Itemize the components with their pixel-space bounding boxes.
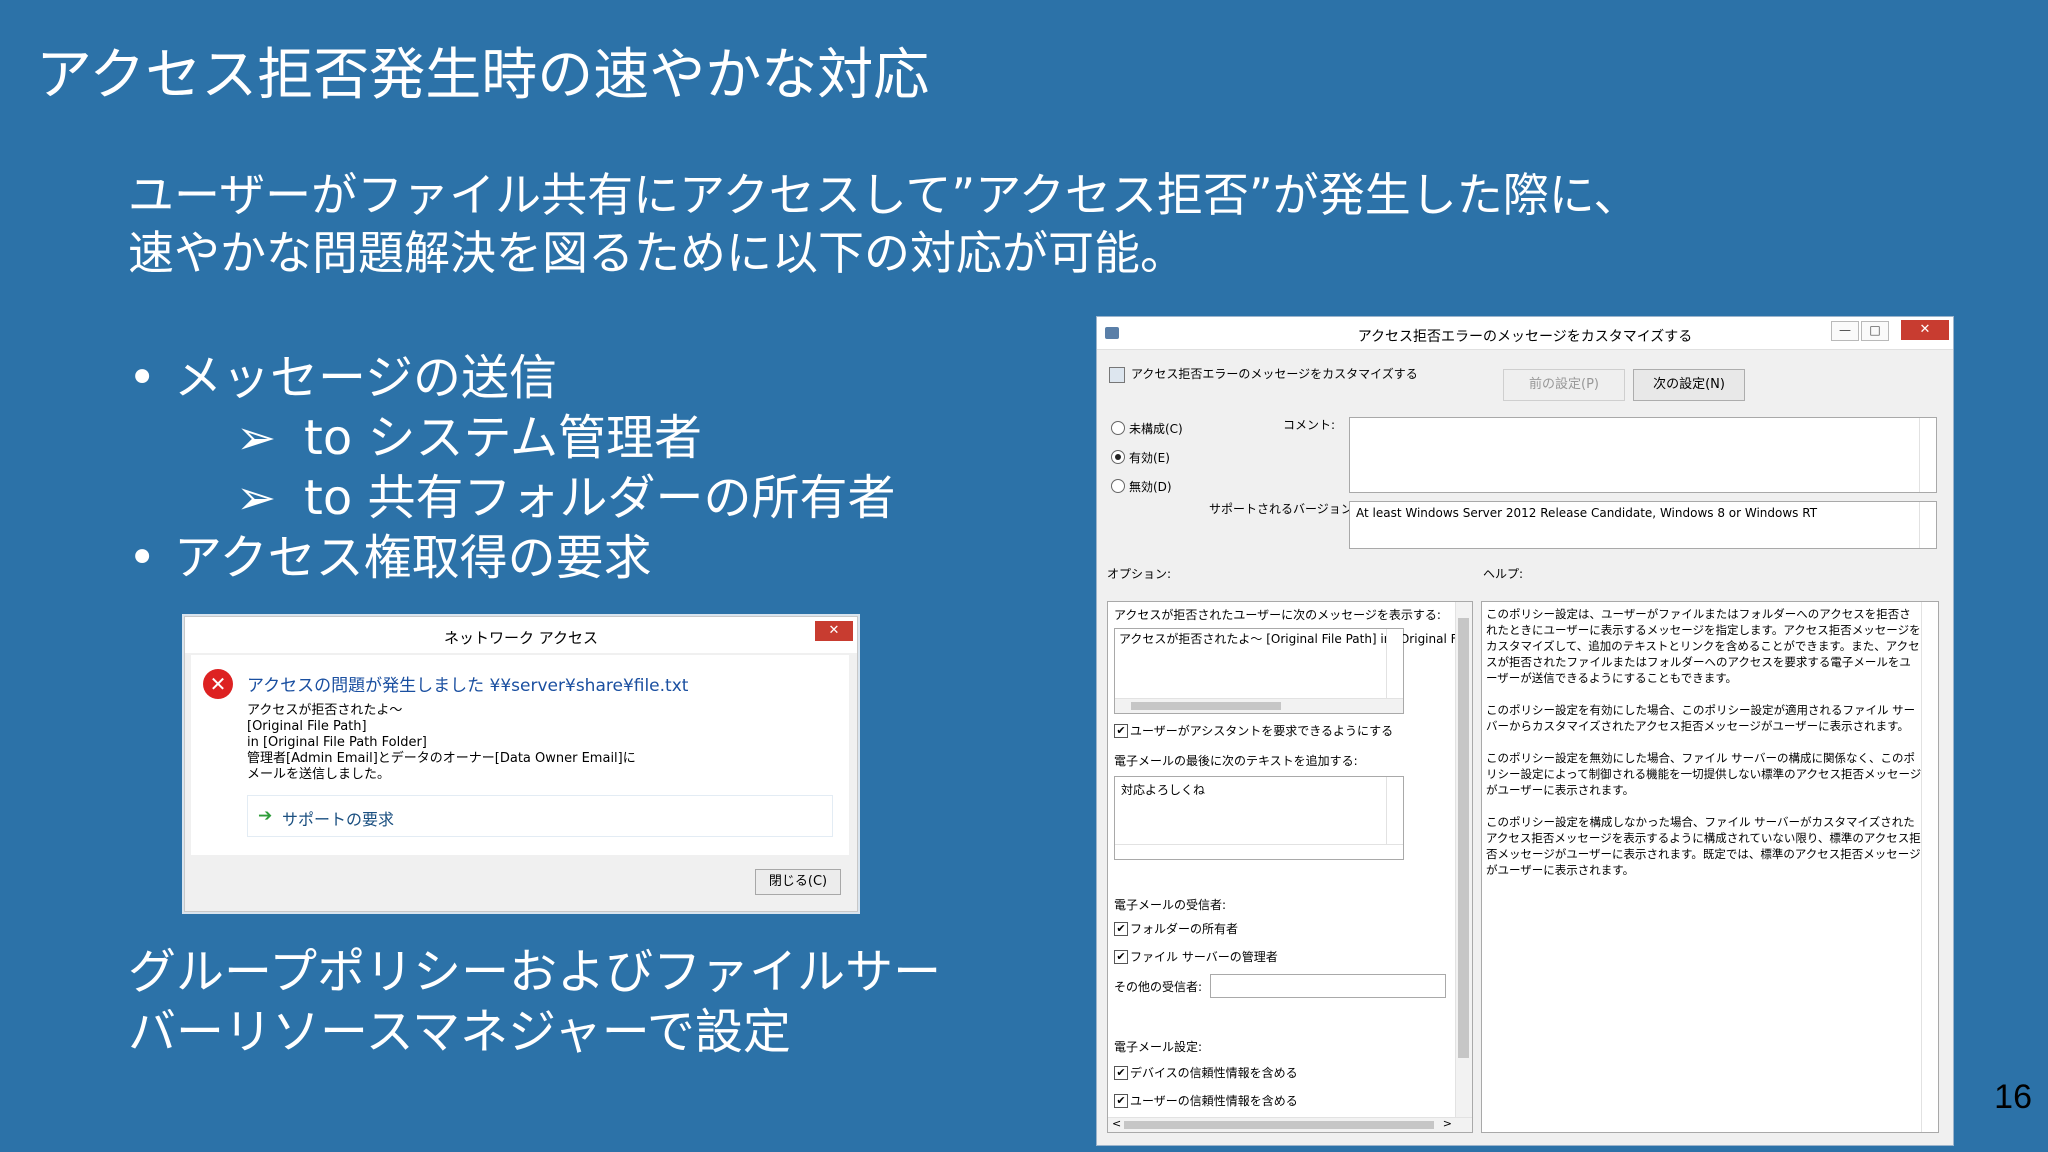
supported-on-value: At least Windows Server 2012 Release Can… — [1356, 506, 1818, 520]
opt-message-value: アクセスが拒否されたよ～ [Original File Path] in [Or… — [1119, 632, 1472, 646]
recipients-label: 電子メールの受信者: — [1114, 898, 1227, 912]
supported-on-field: At least Windows Server 2012 Release Can… — [1349, 501, 1937, 549]
close-button[interactable]: 閉じる(C) — [755, 869, 841, 895]
lead-line-2: 速やかな問題解決を図るために以下の対応が可能。 — [128, 226, 1186, 280]
scroll-left-icon[interactable]: < — [1112, 1117, 1121, 1130]
help-text: このポリシー設定は、ユーザーがファイルまたはフォルダーへのアクセスを拒否されたと… — [1486, 606, 1922, 894]
comment-label: コメント: — [1283, 418, 1336, 432]
network-access-dialog: ネットワーク アクセス ✕ ✕ アクセスの問題が発生しました ¥¥server¥… — [184, 616, 858, 912]
error-title: アクセスの問題が発生しました ¥¥server¥share¥file.txt — [247, 676, 689, 696]
assist-label: ユーザーがアシスタントを要求できるようにする — [1130, 724, 1394, 738]
policy-titlebar: アクセス拒否エラーのメッセージをカスタマイズする — □ ✕ — [1097, 317, 1953, 350]
minimize-icon[interactable]: — — [1831, 321, 1859, 341]
slide-title: アクセス拒否発生時の速やかな対応 — [36, 43, 930, 108]
policy-dialog: アクセス拒否エラーのメッセージをカスタマイズする — □ ✕ アクセス拒否エラー… — [1096, 316, 1954, 1146]
email-text-value: 対応よろしくね — [1121, 783, 1206, 797]
bullet-access-request: アクセス権取得の要求 — [128, 528, 895, 588]
help-label: ヘルプ: — [1483, 567, 1524, 581]
close-icon[interactable]: ✕ — [1901, 320, 1949, 340]
scroll-right-icon[interactable]: > — [1443, 1117, 1452, 1130]
fs-admin-label: ファイル サーバーの管理者 — [1130, 950, 1278, 964]
comment-scrollbar[interactable] — [1919, 418, 1936, 492]
bullet-list: メッセージの送信 ➢ to システム管理者 ➢ to 共有フォルダーの所有者 アクセ… — [128, 348, 895, 588]
fs-admin-checkbox[interactable]: ✔ — [1114, 950, 1128, 964]
radio-not-configured[interactable] — [1111, 421, 1125, 435]
email-settings-label: 電子メール設定: — [1114, 1040, 1203, 1054]
user-claims-checkbox[interactable]: ✔ — [1114, 1094, 1128, 1108]
help-paragraph-2: このポリシー設定を有効にした場合、このポリシー設定が適用されるファイル サーバー… — [1486, 703, 1916, 733]
help-scrollbar[interactable] — [1921, 602, 1938, 1132]
device-claims-label: デバイスの信頼性情報を含める — [1130, 1066, 1298, 1080]
opt-message-textarea[interactable]: アクセスが拒否されたよ～ [Original File Path] in [Or… — [1114, 628, 1472, 714]
dialog-body: ✕ アクセスの問題が発生しました ¥¥server¥share¥file.txt… — [191, 655, 849, 855]
sub-bullet-system-admin: ➢ to システム管理者 — [128, 408, 895, 468]
arrow-bullet-icon: ➢ — [236, 470, 277, 526]
radio-disabled-label: 無効(D) — [1129, 480, 1172, 494]
opt-message-label: アクセスが拒否されたユーザーに次のメッセージを表示する: — [1114, 608, 1441, 622]
radio-not-configured-label: 未構成(C) — [1129, 422, 1183, 436]
sub-bullet-label: to 共有フォルダーの所有者 — [304, 470, 896, 526]
user-claims-label: ユーザーの信頼性情報を含める — [1130, 1094, 1298, 1108]
options-hscroll-thumb[interactable] — [1124, 1121, 1434, 1129]
close-icon[interactable]: ✕ — [815, 621, 853, 641]
next-setting-button[interactable]: 次の設定(N) — [1633, 369, 1745, 401]
maximize-icon[interactable]: □ — [1861, 321, 1889, 341]
help-paragraph-3: このポリシー設定を無効にした場合、ファイル サーバーの構成に関係なく、このポリシ… — [1486, 751, 1922, 797]
page-number: 16 — [1994, 1078, 2032, 1116]
help-paragraph-4: このポリシー設定を構成しなかった場合、ファイル サーバーがカスタマイズされたアク… — [1486, 815, 1921, 877]
comment-input[interactable] — [1349, 417, 1937, 493]
email-text-hscrollbar[interactable] — [1115, 844, 1403, 859]
folder-owner-checkbox[interactable]: ✔ — [1114, 922, 1128, 936]
footer-note: グループポリシーおよびファイルサー バーリソースマネジャーで設定 — [128, 942, 941, 1062]
help-paragraph-1: このポリシー設定は、ユーザーがファイルまたはフォルダーへのアクセスを拒否されたと… — [1486, 607, 1921, 685]
options-vscroll-thumb[interactable] — [1458, 618, 1469, 1058]
assist-checkbox[interactable]: ✔ — [1114, 724, 1128, 738]
lead-paragraph: ユーザーがファイル共有にアクセスして”アクセス拒否”が発生した際に、 速やかな問… — [128, 166, 1639, 282]
email-text-textarea[interactable]: 対応よろしくね — [1114, 776, 1404, 860]
radio-enabled[interactable] — [1111, 450, 1125, 464]
opt-message-hscrollbar[interactable] — [1115, 698, 1403, 713]
options-label: オプション: — [1107, 567, 1172, 581]
footer-line-2: バーリソースマネジャーで設定 — [128, 1004, 791, 1060]
other-recipients-label: その他の受信者: — [1114, 980, 1203, 994]
error-message: アクセスが拒否されたよ～ [Original File Path] in [Or… — [247, 703, 636, 782]
options-panel: アクセスが拒否されたユーザーに次のメッセージを表示する: アクセスが拒否されたよ… — [1107, 601, 1473, 1133]
policy-title: アクセス拒否エラーのメッセージをカスタマイズする — [1357, 329, 1693, 345]
email-text-scrollbar[interactable] — [1386, 777, 1403, 845]
previous-setting-button[interactable]: 前の設定(P) — [1503, 369, 1625, 401]
radio-disabled[interactable] — [1111, 479, 1125, 493]
footer-line-1: グループポリシーおよびファイルサー — [128, 944, 942, 1000]
sub-bullet-folder-owner: ➢ to 共有フォルダーの所有者 — [128, 468, 895, 528]
lead-line-1: ユーザーがファイル共有にアクセスして”アクセス拒否”が発生した際に、 — [128, 168, 1640, 222]
opt-message-scrollbar[interactable] — [1386, 629, 1403, 699]
options-vscrollbar[interactable] — [1455, 602, 1472, 1118]
bullet-send-message: メッセージの送信 — [128, 348, 895, 408]
other-recipients-input[interactable] — [1210, 974, 1446, 998]
supported-on-label: サポートされるバージョン: — [1209, 502, 1357, 516]
help-panel: このポリシー設定は、ユーザーがファイルまたはフォルダーへのアクセスを拒否されたと… — [1481, 601, 1939, 1133]
email-text-label: 電子メールの最後に次のテキストを追加する: — [1114, 754, 1358, 768]
support-request-label: サポートの要求 — [282, 810, 395, 829]
supported-scrollbar[interactable] — [1919, 502, 1936, 548]
support-request-link[interactable]: ➔ サポートの要求 — [247, 795, 833, 837]
error-icon: ✕ — [203, 669, 233, 699]
radio-enabled-label: 有効(E) — [1129, 451, 1170, 465]
policy-header: アクセス拒否エラーのメッセージをカスタマイズする — [1131, 367, 1418, 381]
sub-bullet-label: to システム管理者 — [304, 410, 703, 466]
device-claims-checkbox[interactable]: ✔ — [1114, 1066, 1128, 1080]
options-hscrollbar[interactable]: < > — [1108, 1117, 1472, 1132]
arrow-bullet-icon: ➢ — [236, 410, 277, 466]
green-arrow-icon: ➔ — [258, 806, 273, 826]
dialog-title: ネットワーク アクセス — [443, 629, 599, 647]
folder-owner-label: フォルダーの所有者 — [1130, 922, 1239, 936]
dialog-titlebar: ネットワーク アクセス ✕ — [185, 617, 857, 653]
policy-setting-icon — [1109, 367, 1125, 383]
